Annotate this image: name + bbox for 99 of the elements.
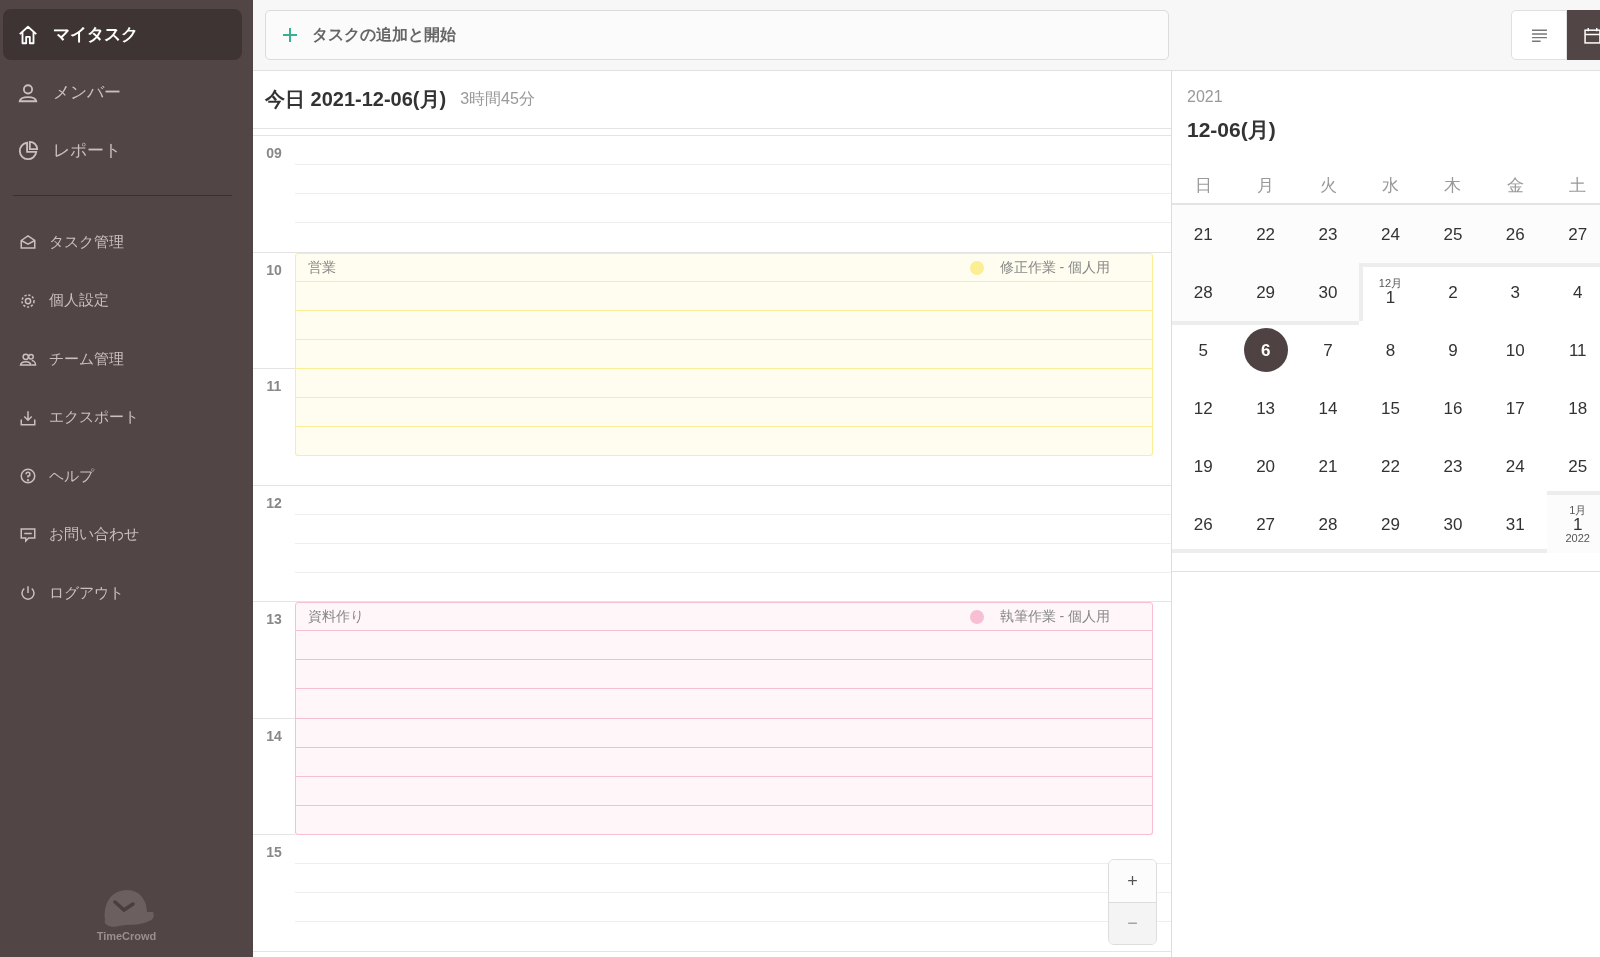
time-entry-slot[interactable] [295,805,1153,835]
team-icon [19,350,37,368]
entry-title: 営業 [308,258,336,277]
person-icon [17,81,39,104]
calendar-day[interactable]: 16 [1430,386,1475,430]
time-entry-slot[interactable] [295,718,1153,748]
time-entry-slot[interactable]: 資料作り 執筆作業 - 個人用 [295,602,1153,632]
calendar-day[interactable]: 20 [1243,444,1288,488]
calendar-day[interactable]: 18 [1555,386,1600,430]
time-entry-slot[interactable] [295,776,1153,806]
calendar-view-button[interactable] [1567,10,1600,60]
nav-item[interactable]: タスク管理 [3,220,242,264]
calendar-day[interactable]: 30 [1430,502,1475,546]
list-icon [1530,26,1548,44]
hour-label: 14 [266,727,282,744]
calendar-day[interactable]: 7 [1306,328,1351,372]
time-entry-slot[interactable] [295,631,1153,661]
power-icon [19,584,37,602]
calendar-day[interactable]: 22 [1368,444,1413,488]
help-icon [19,467,37,485]
settings-icon [19,291,37,310]
calendar-day[interactable]: 17 [1493,386,1538,430]
calendar-day[interactable]: 6 [1243,328,1288,372]
calendar-day[interactable]: 2 [1430,270,1475,314]
calendar-day[interactable]: 22 [1243,212,1288,256]
calendar-day[interactable]: 29 [1368,502,1413,546]
hour-label: 10 [266,261,282,278]
nav-item[interactable]: お問い合わせ [3,512,242,557]
inbox-icon [19,233,37,251]
calendar-day[interactable]: 5 [1181,328,1226,372]
calendar-day[interactable]: 23 [1430,444,1475,488]
home-icon [17,23,39,46]
calendar-day[interactable]: 12月 1 [1368,270,1413,314]
hour-label: 09 [266,145,282,161]
project-label: 執筆作業 - 個人用 [999,608,1110,626]
pie-chart-icon [17,139,39,162]
nav-item[interactable]: チーム管理 [3,337,242,381]
calendar-day[interactable]: 13 [1243,386,1288,430]
weekday-label: 日 [1193,175,1213,194]
calendar-day[interactable]: 31 [1493,502,1538,546]
add-task-field[interactable]: タスクの追加と開始 [265,10,1169,60]
time-entry-slot[interactable]: 営業 修正作業 - 個人用 [295,252,1153,282]
calendar-day[interactable]: 11 [1555,328,1600,372]
chat-icon [19,525,37,544]
nav-item[interactable]: レポート [3,125,242,176]
calendar-day[interactable]: 24 [1493,444,1538,488]
calendar-day[interactable]: 4 [1555,270,1600,314]
hour-label: 15 [266,844,282,860]
project-label: 修正作業 - 個人用 [999,258,1110,277]
year-label: 2021 [1186,87,1224,107]
nav-item[interactable]: ログアウト [3,571,242,615]
calendar-day[interactable]: 24 [1368,212,1413,256]
weekday-label: 土 [1568,175,1588,194]
plus-icon [282,27,298,43]
calendar-day[interactable]: 12 [1181,386,1226,430]
calendar-day[interactable]: 26 [1493,212,1538,256]
calendar-day[interactable]: 19 [1181,444,1226,488]
total-time: 3時間45分 [460,89,535,109]
entry-title: 資料作り [308,608,364,626]
weekday-label: 月 [1256,175,1276,194]
calendar-day[interactable]: 28 [1306,502,1351,546]
calendar-day[interactable]: 23 [1306,212,1351,256]
nav-item[interactable]: マイタスク [3,9,242,60]
hour-label: 13 [266,611,282,627]
nav-item[interactable]: 個人設定 [3,278,242,323]
selected-date: 12-06(月) [1186,117,1277,143]
calendar-day[interactable]: 29 [1243,270,1288,314]
weekday-label: 火 [1318,175,1338,194]
calendar-day[interactable]: 26 [1181,502,1226,546]
calendar-day[interactable]: 10 [1493,328,1538,372]
calendar-day[interactable]: 27 [1555,212,1600,256]
time-entry-slot[interactable] [295,689,1153,719]
weekday-label: 木 [1443,175,1463,194]
calendar-day[interactable]: 25 [1555,444,1600,488]
calendar-day[interactable]: 15 [1368,386,1413,430]
calendar-day[interactable]: 14 [1306,386,1351,430]
calendar-day[interactable]: 30 [1306,270,1351,314]
calendar-day[interactable]: 28 [1181,270,1226,314]
calendar-day[interactable]: 25 [1430,212,1475,256]
hour-label: 12 [266,494,282,511]
weekday-label: 水 [1380,175,1400,194]
calendar-day[interactable]: 1月 1 2022 [1555,502,1600,546]
calendar-day[interactable]: 3 [1493,270,1538,314]
hour-label: 11 [266,378,282,394]
calendar-day[interactable]: 21 [1306,444,1351,488]
calendar-day[interactable]: 27 [1243,502,1288,546]
time-entry-slot[interactable] [295,747,1153,777]
nav-item[interactable]: ヘルプ [3,454,242,498]
calendar-day[interactable]: 8 [1368,328,1413,372]
weekday-label: 金 [1505,175,1525,194]
download-icon [19,408,37,427]
time-entry-slot[interactable] [295,660,1153,690]
logo-text: TimeCrowd [96,930,157,942]
date-title: 今日 2021-12-06(月) [265,87,447,112]
calendar-day[interactable]: 21 [1181,212,1226,256]
calendar-day[interactable]: 9 [1430,328,1475,372]
nav-item[interactable]: エクスポート [3,395,242,440]
calendar-icon [1584,26,1600,44]
nav-item[interactable]: メンバー [3,67,242,118]
